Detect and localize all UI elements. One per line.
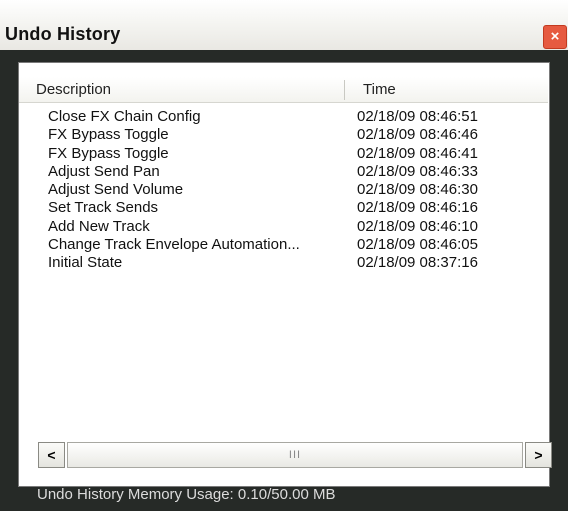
- row-time: 02/18/09 08:46:30: [357, 181, 478, 198]
- row-time: 02/18/09 08:46:33: [357, 162, 478, 180]
- chevron-right-icon: >: [534, 447, 543, 463]
- scroll-thumb[interactable]: III: [67, 442, 523, 468]
- scroll-track[interactable]: III: [67, 442, 523, 468]
- row-description: Set Track Sends: [48, 199, 159, 217]
- row-time: 02/18/09 08:46:05: [357, 235, 478, 253]
- scroll-right-button[interactable]: >: [525, 442, 552, 468]
- horizontal-scrollbar[interactable]: < III >: [38, 442, 552, 468]
- window-title: Undo History: [5, 24, 121, 44]
- title-bar[interactable]: Undo History ×: [0, 0, 568, 50]
- column-header-description[interactable]: Description: [36, 81, 111, 98]
- row-description: Initial State: [48, 254, 123, 271]
- row-description: FX Bypass Toggle: [48, 126, 169, 144]
- column-divider[interactable]: [344, 80, 345, 100]
- row-time: 02/18/09 08:37:16: [357, 254, 478, 271]
- row-description: Adjust Send Volume: [48, 181, 184, 198]
- undo-history-window: Undo History × Description Time Close FX…: [0, 0, 568, 511]
- row-description: Add New Track: [48, 217, 150, 235]
- close-icon: ×: [550, 28, 560, 45]
- row-description: FX Bypass Toggle: [48, 144, 169, 162]
- row-time: 02/18/09 08:46:10: [357, 217, 478, 235]
- chevron-left-icon: <: [47, 447, 56, 463]
- row-description: Adjust Send Pan: [48, 162, 160, 180]
- close-button[interactable]: ×: [543, 25, 567, 49]
- row-description: Change Track Envelope Automation...: [48, 235, 300, 253]
- row-description: Close FX Chain Config: [48, 108, 201, 125]
- scroll-left-button[interactable]: <: [38, 442, 65, 468]
- row-time: 02/18/09 08:46:16: [357, 199, 478, 217]
- grip-icon: III: [288, 449, 302, 461]
- list-header: Description Time: [19, 77, 548, 103]
- memory-usage-status: Undo History Memory Usage: 0.10/50.00 MB: [37, 486, 336, 503]
- row-time: 02/18/09 08:46:51: [357, 108, 478, 125]
- row-time: 02/18/09 08:46:41: [357, 144, 478, 162]
- row-time: 02/18/09 08:46:46: [357, 126, 478, 144]
- column-header-time[interactable]: Time: [363, 81, 396, 98]
